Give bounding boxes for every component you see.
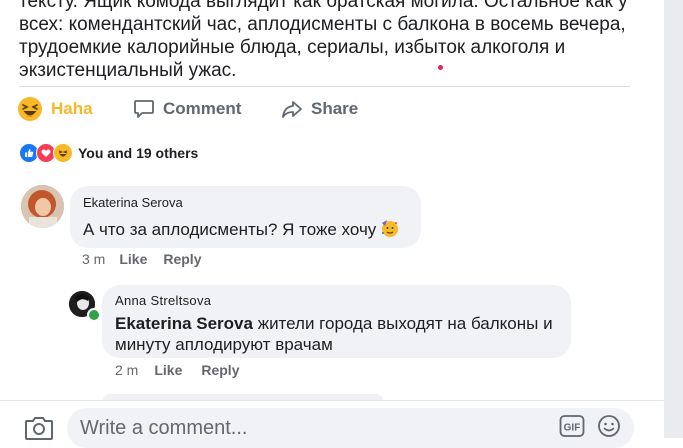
reply-text: Ekaterina Serova жители города выходят н… — [115, 313, 565, 355]
reply-meta: 2 m Like Reply — [115, 362, 239, 378]
comment-author[interactable]: Ekaterina Serova — [83, 195, 183, 210]
online-status-indicator — [87, 308, 101, 322]
reply-mention[interactable]: Ekaterina Serova — [115, 314, 253, 333]
reactions-count: You and 19 others — [78, 145, 199, 161]
reply-reply-button[interactable]: Reply — [201, 362, 239, 378]
haha-icon — [18, 97, 42, 121]
reactions-summary[interactable]: You and 19 others — [19, 143, 198, 163]
comment-text: А что за аплодисменты? Я тоже хочу — [83, 218, 400, 240]
share-icon — [282, 101, 302, 118]
post-text-line: трудоемкие калорийные блюда, сериалы, из… — [19, 37, 566, 58]
smile-icon[interactable] — [597, 414, 621, 438]
comment-composer: GIF — [0, 400, 664, 448]
haha-label: Haha — [51, 99, 93, 118]
comment-timestamp[interactable]: 3 m — [82, 251, 105, 267]
post-text-line: тексту. Ящик комода выглядит как братска… — [19, 0, 628, 12]
comment-label: Comment — [163, 99, 242, 118]
comment-reply-button[interactable]: Reply — [163, 251, 201, 267]
share-label: Share — [311, 99, 359, 118]
post-action-bar: Haha Comment Share — [0, 92, 640, 126]
comment-button[interactable]: Comment — [133, 92, 241, 126]
comment-like-button[interactable]: Like — [119, 251, 147, 267]
reply-like-button[interactable]: Like — [154, 362, 182, 378]
comment-bubble: Ekaterina Serova А что за аплодисменты? … — [70, 186, 421, 248]
haha-icon — [53, 143, 73, 163]
red-dot-marker — [438, 65, 443, 70]
haha-reaction-button[interactable]: Haha — [17, 92, 93, 126]
post-divider — [19, 86, 630, 87]
page-background-strip — [664, 0, 683, 438]
camera-icon[interactable] — [24, 414, 54, 440]
share-button[interactable]: Share — [281, 92, 358, 126]
avatar[interactable] — [21, 185, 64, 228]
comment-input[interactable] — [67, 408, 634, 448]
comment-meta: 3 m Like Reply — [82, 251, 201, 267]
reply-timestamp[interactable]: 2 m — [115, 362, 138, 378]
partying-face-icon — [382, 220, 399, 237]
comment-text-content: А что за аплодисменты? Я тоже хочу — [83, 220, 377, 239]
reply-author[interactable]: Anna Streltsova — [115, 293, 211, 308]
svg-text:GIF: GIF — [564, 423, 581, 434]
post-text: тексту. Ящик комода выглядит как братска… — [19, 0, 629, 82]
gif-icon[interactable]: GIF — [559, 414, 585, 438]
post-text-line: экзистенциальный ужас. — [19, 60, 237, 81]
post-text-line: всех: комендантский час, аплодисменты с … — [19, 14, 626, 35]
comment-icon — [134, 100, 154, 118]
reply-bubble: Anna Streltsova Ekaterina Serova жители … — [102, 285, 571, 358]
